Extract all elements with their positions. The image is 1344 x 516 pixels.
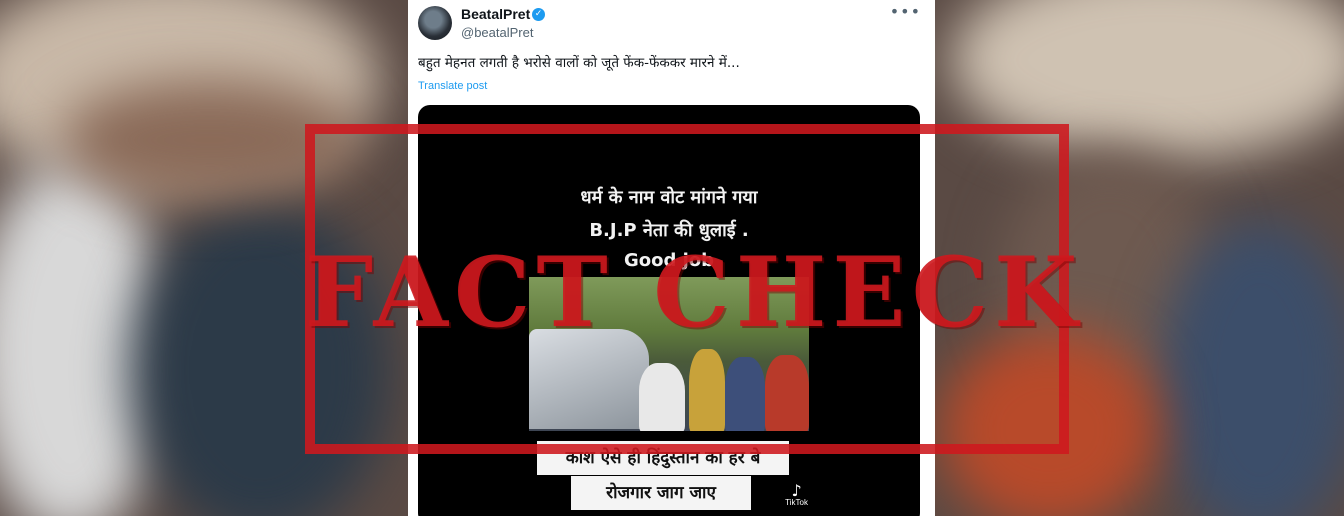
tiktok-watermark-label: TikTok bbox=[785, 498, 808, 507]
video-caption-line-5: रोजगार जाग जाए bbox=[571, 476, 751, 510]
display-name[interactable]: BeatalPret bbox=[461, 6, 530, 22]
fact-check-stamp: FACT CHECK bbox=[305, 236, 1084, 349]
post-text: बहुत मेहनत लगती है भरोसे वालों को जूते फ… bbox=[418, 55, 740, 71]
verified-badge-icon: ✓ bbox=[532, 8, 545, 21]
tiktok-logo-icon: ♪ TikTok bbox=[785, 481, 808, 507]
user-handle[interactable]: @beatalPret bbox=[461, 25, 533, 40]
avatar[interactable] bbox=[418, 6, 452, 40]
translate-post-link[interactable]: Translate post bbox=[418, 80, 487, 92]
more-options-icon[interactable]: ••• bbox=[890, 2, 921, 21]
